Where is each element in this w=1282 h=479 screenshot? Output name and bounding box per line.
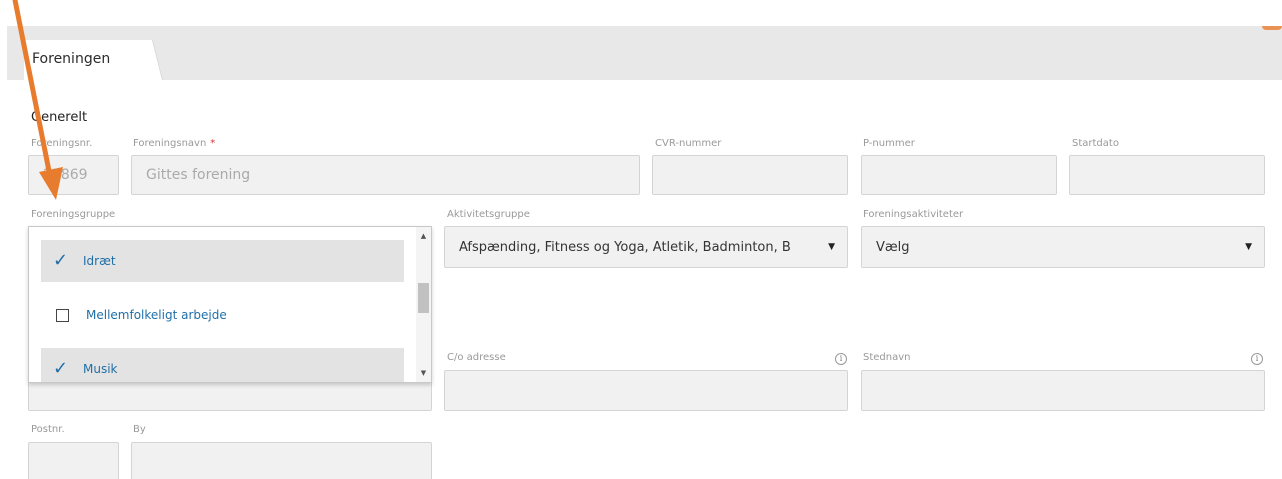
co-adresse-label: C/o adresse	[447, 352, 506, 363]
cvr-field[interactable]	[652, 155, 848, 195]
option-label: Idræt	[83, 254, 116, 268]
foreningsaktiviteter-label: Foreningsaktiviteter	[863, 209, 964, 220]
dropdown-option-mellemfolkeligt[interactable]: Mellemfolkeligt arbejde	[41, 294, 404, 336]
by-field[interactable]	[131, 442, 432, 479]
foreningsnr-value: 21869	[43, 167, 88, 183]
info-icon[interactable]: i	[835, 353, 847, 365]
dropdown-option-musik[interactable]: ✓ Musik	[41, 348, 404, 382]
foreningsnr-field: 21869	[28, 155, 119, 195]
option-label: Mellemfolkeligt arbejde	[86, 308, 227, 322]
stednavn-field[interactable]	[861, 370, 1265, 411]
corner-badge	[1262, 26, 1282, 30]
foreningsgruppe-dropdown[interactable]: ✓ Idræt Mellemfolkeligt arbejde ✓ Musik …	[28, 226, 432, 383]
foreningsnavn-field: Gittes forening	[131, 155, 640, 195]
aktivitetsgruppe-value: Afspænding, Fitness og Yoga, Atletik, Ba…	[459, 239, 791, 255]
scroll-down-icon[interactable]: ▼	[416, 366, 431, 380]
postnr-label: Postnr.	[31, 424, 65, 435]
foreningsgruppe-label: Foreningsgruppe	[31, 209, 116, 220]
pnummer-field[interactable]	[861, 155, 1057, 195]
tab-label: Foreningen	[32, 51, 111, 67]
dropdown-option-idraet[interactable]: ✓ Idræt	[41, 240, 404, 282]
aktivitetsgruppe-label: Aktivitetsgruppe	[447, 209, 530, 220]
tab-bar	[7, 26, 1282, 80]
foreningsaktiviteter-value: Vælg	[876, 239, 910, 255]
scroll-up-icon[interactable]: ▲	[416, 229, 431, 243]
tab-foreningen[interactable]: Foreningen	[24, 40, 149, 80]
startdato-label: Startdato	[1072, 138, 1119, 149]
cvr-label: CVR-nummer	[655, 138, 722, 149]
postnr-field[interactable]	[28, 442, 119, 479]
section-title: Generelt	[31, 110, 88, 125]
startdato-field[interactable]	[1069, 155, 1265, 195]
foreningsnavn-label-wrap: Foreningsnavn *	[133, 138, 215, 149]
check-icon: ✓	[53, 250, 69, 271]
dropdown-scrollbar[interactable]: ▲ ▼	[416, 227, 431, 382]
foreningsnavn-label: Foreningsnavn	[133, 138, 207, 149]
foreningsaktiviteter-select[interactable]: Vælg ▼	[861, 226, 1265, 268]
caret-down-icon: ▼	[828, 242, 835, 252]
co-adresse-field[interactable]	[444, 370, 848, 411]
caret-down-icon: ▼	[1245, 242, 1252, 252]
checkbox-icon[interactable]	[56, 308, 69, 322]
foreningsnr-label: Foreningsnr.	[31, 138, 93, 149]
option-label: Musik	[83, 362, 118, 376]
check-icon: ✓	[53, 358, 69, 379]
scroll-thumb[interactable]	[418, 283, 429, 313]
page: Foreningen Generelt Foreningsnr. 21869 F…	[0, 0, 1282, 479]
aktivitetsgruppe-select[interactable]: Afspænding, Fitness og Yoga, Atletik, Ba…	[444, 226, 848, 268]
pnummer-label: P-nummer	[863, 138, 915, 149]
foreningsnavn-value: Gittes forening	[146, 167, 251, 183]
stednavn-label: Stednavn	[863, 352, 911, 363]
by-label: By	[133, 424, 146, 435]
info-icon[interactable]: i	[1251, 353, 1263, 365]
required-mark: *	[210, 138, 216, 149]
